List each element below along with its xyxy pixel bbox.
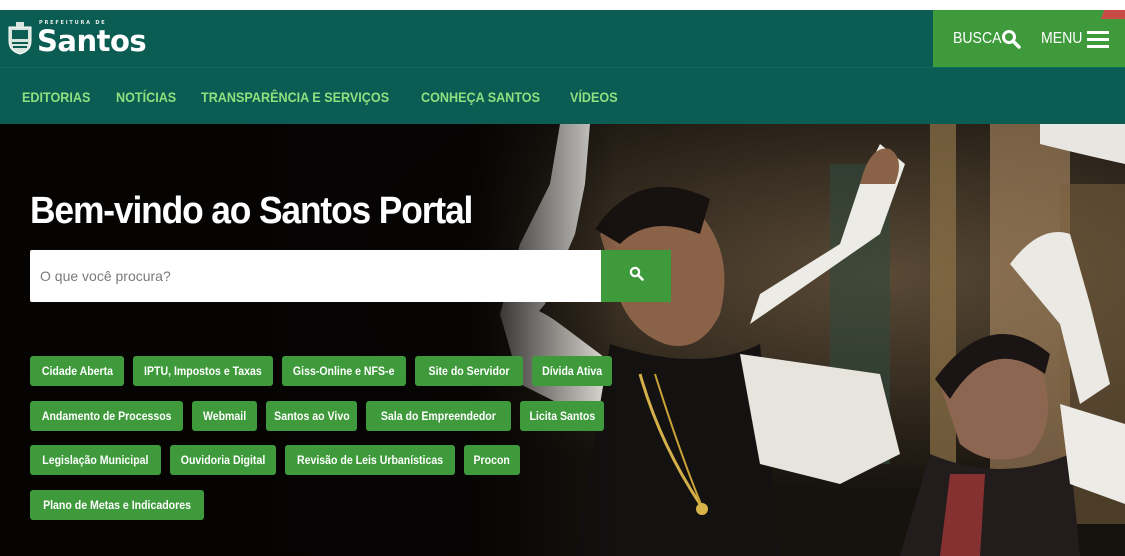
nav-item-videos[interactable]: VÍDEOS <box>570 89 618 105</box>
quick-links-row: Legislação Municipal Ouvidoria Digital R… <box>30 445 630 475</box>
quick-link-santos-ao-vivo[interactable]: Santos ao Vivo <box>266 401 357 431</box>
quick-links: Cidade Aberta IPTU, Impostos e Taxas Gis… <box>30 356 630 535</box>
quick-link-cidade-aberta[interactable]: Cidade Aberta <box>30 356 124 386</box>
site-header: PREFEITURA DE Santos BUSCA MENU EDITORIA… <box>0 10 1125 124</box>
city-crest-icon <box>7 21 33 55</box>
quick-link-ouvidoria-digital[interactable]: Ouvidoria Digital <box>170 445 276 475</box>
hero-banner: Bem-vindo ao Santos Portal Cidade Aberta… <box>0 124 1125 556</box>
top-strip <box>0 0 1125 10</box>
quick-links-row: Plano de Metas e Indicadores <box>30 490 630 520</box>
search-submit-button[interactable] <box>601 250 671 302</box>
quick-link-procon[interactable]: Procon <box>464 445 520 475</box>
nav-item-conheca-santos[interactable]: CONHEÇA SANTOS <box>421 89 540 105</box>
main-nav: EDITORIAS NOTÍCIAS TRANSPARÊNCIA E SERVI… <box>22 75 648 119</box>
quick-link-iptu[interactable]: IPTU, Impostos e Taxas <box>133 356 273 386</box>
search-icon <box>629 266 644 286</box>
nav-item-editorias[interactable]: EDITORIAS <box>22 89 90 105</box>
header-divider <box>0 67 1125 68</box>
quick-links-row: Andamento de Processos Webmail Santos ao… <box>30 401 630 431</box>
quick-link-site-servidor[interactable]: Site do Servidor <box>415 356 523 386</box>
menu-label: MENU <box>1041 29 1083 47</box>
quick-link-licita-santos[interactable]: Licita Santos <box>520 401 604 431</box>
nav-item-noticias[interactable]: NOTÍCIAS <box>116 89 176 105</box>
menu-button[interactable]: MENU <box>1041 29 1109 49</box>
busca-button[interactable]: BUSCA <box>953 29 1021 49</box>
search-icon <box>1001 29 1021 49</box>
quick-link-revisao-leis[interactable]: Revisão de Leis Urbanísticas <box>285 445 455 475</box>
search-input[interactable] <box>30 250 602 302</box>
quick-links-row: Cidade Aberta IPTU, Impostos e Taxas Gis… <box>30 356 630 386</box>
logo[interactable]: PREFEITURA DE Santos <box>7 15 147 61</box>
quick-link-andamento-processos[interactable]: Andamento de Processos <box>30 401 183 431</box>
utility-bar: BUSCA MENU <box>933 10 1125 67</box>
quick-link-plano-metas[interactable]: Plano de Metas e Indicadores <box>30 490 204 520</box>
hamburger-icon <box>1087 29 1109 49</box>
corner-tab <box>1101 10 1125 19</box>
logo-title: Santos <box>37 23 147 58</box>
quick-link-sala-empreendedor[interactable]: Sala do Empreendedor <box>366 401 511 431</box>
quick-link-giss-online[interactable]: Giss-Online e NFS-e <box>282 356 406 386</box>
quick-link-legislacao-municipal[interactable]: Legislação Municipal <box>30 445 161 475</box>
search-box <box>30 250 602 302</box>
page-title: Bem-vindo ao Santos Portal <box>30 190 473 232</box>
busca-label: BUSCA <box>953 29 1002 47</box>
brand-row: PREFEITURA DE Santos BUSCA MENU <box>0 10 1125 67</box>
quick-link-divida-ativa[interactable]: Dívida Ativa <box>532 356 612 386</box>
quick-link-webmail[interactable]: Webmail <box>192 401 257 431</box>
nav-item-transparencia[interactable]: TRANSPARÊNCIA E SERVIÇOS <box>201 89 389 105</box>
